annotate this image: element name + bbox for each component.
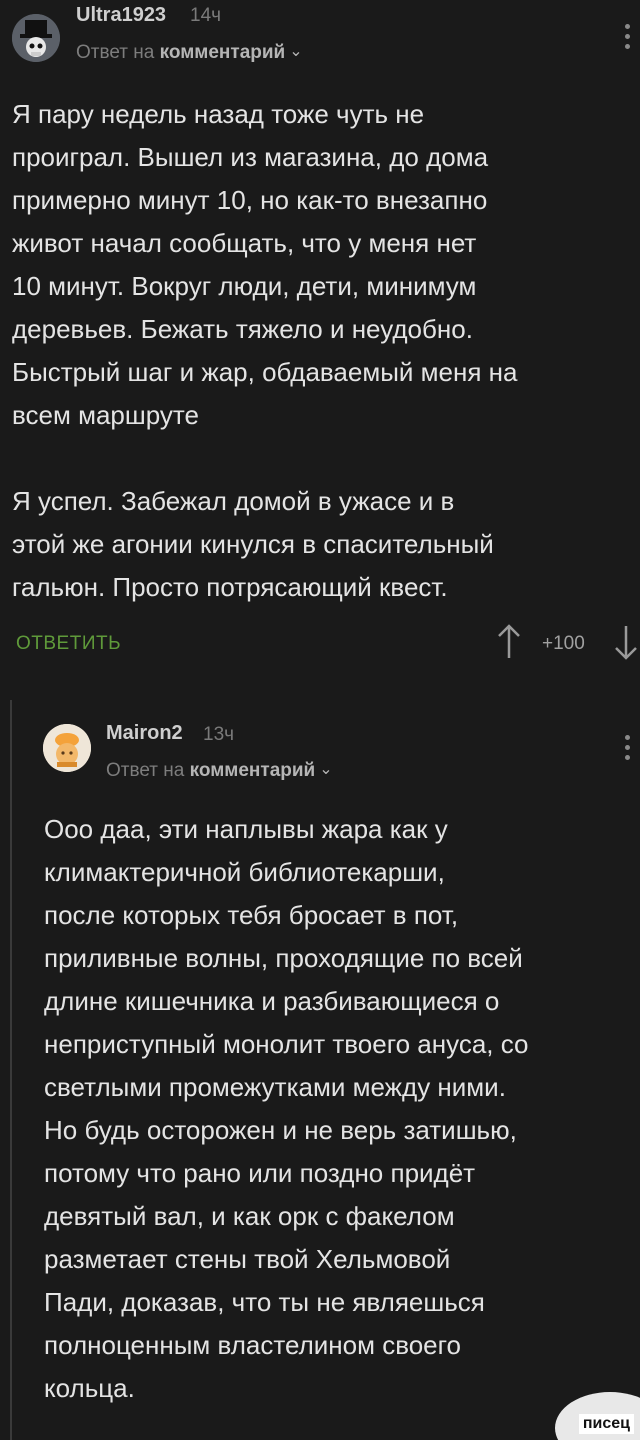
reply-to-link[interactable]: Ответ на комментарий ⌄ [76, 42, 303, 64]
downvote-icon[interactable] [612, 624, 640, 665]
avatar[interactable] [43, 724, 91, 772]
chevron-down-icon[interactable]: ⌄ [289, 41, 302, 61]
more-options-icon[interactable] [624, 735, 630, 760]
username[interactable]: Ultra1923 [76, 4, 166, 27]
reply-to-link[interactable]: Ответ на комментарий ⌄ [106, 760, 333, 782]
comment-text: Я пару недель назад тоже чуть не проигра… [12, 99, 518, 602]
more-options-icon[interactable] [624, 24, 630, 49]
username[interactable]: Mairon2 [106, 722, 183, 745]
watermark: писец [530, 1370, 640, 1440]
reply-button[interactable]: ОТВЕТИТЬ [16, 633, 121, 655]
timestamp: 14ч [190, 5, 222, 26]
rating-value: +100 [542, 633, 585, 654]
top-hat-skull-icon [12, 14, 60, 62]
comment-text: Ооо даа, эти наплывы жара как у климакте… [44, 814, 529, 1403]
chevron-down-icon[interactable]: ⌄ [319, 759, 332, 779]
cartoon-chef-avatar-icon [43, 724, 91, 772]
reply-to-comment[interactable]: комментарий [160, 42, 286, 63]
timestamp: 13ч [203, 724, 235, 745]
upvote-icon[interactable] [495, 624, 523, 665]
avatar[interactable] [12, 14, 60, 62]
thread-line[interactable] [10, 700, 12, 1440]
watermark-text: писец [578, 1414, 634, 1434]
reply-to-prefix: Ответ на [106, 760, 185, 781]
reply-to-prefix: Ответ на [76, 42, 155, 63]
reply-to-comment[interactable]: комментарий [190, 760, 316, 781]
